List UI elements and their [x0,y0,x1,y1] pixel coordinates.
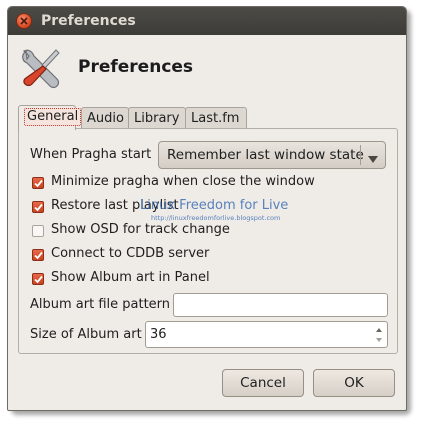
album-size-value: 36 [150,327,167,342]
title-bar[interactable]: Preferences [8,7,406,35]
show-osd-checkbox[interactable] [32,225,44,237]
album-size-spinner[interactable]: 36 [145,321,388,348]
preferences-dialog: Preferences Preferences General Audio Li… [7,6,407,411]
spinner-arrows-icon[interactable] [374,324,384,346]
close-icon[interactable] [16,13,32,29]
minimize-checkbox[interactable] [32,177,44,189]
watermark-url: http://linuxfreedomforlive.blogspot.com [151,214,281,222]
tab-lastfm[interactable]: Last.fm [185,107,247,129]
start-behavior-dropdown[interactable]: Remember last window state [158,141,386,169]
show-osd-label: Show OSD for track change [51,222,230,237]
chevron-down-icon [368,152,378,167]
start-label: When Pragha start [30,147,152,162]
tab-library[interactable]: Library [128,107,186,129]
tab-audio[interactable]: Audio [81,107,129,129]
restore-playlist-checkbox[interactable] [32,201,44,213]
start-behavior-value: Remember last window state [167,147,364,163]
tab-general[interactable]: General [18,105,82,130]
ok-button[interactable]: OK [313,369,395,397]
tab-audio-label: Audio [87,111,124,126]
cddb-label: Connect to CDDB server [51,246,210,261]
window-title: Preferences [41,13,136,29]
album-art-panel-label: Show Album art in Panel [51,270,210,285]
watermark-text: Linux Freedom for Live [140,198,289,213]
cancel-button[interactable]: Cancel [222,369,304,397]
dropdown-separator [360,145,361,165]
dialog-header: Preferences [18,45,398,93]
album-art-panel-checkbox[interactable] [32,273,44,285]
album-size-label: Size of Album art [30,327,142,342]
tab-general-label: General [24,108,82,126]
minimize-label: Minimize pragha when close the window [51,174,315,189]
preferences-tools-icon [18,45,64,91]
header-title: Preferences [78,57,194,77]
cddb-checkbox[interactable] [32,249,44,261]
album-pattern-input[interactable] [173,293,388,317]
tab-library-label: Library [134,111,180,126]
tab-lastfm-label: Last.fm [191,111,240,126]
album-pattern-label: Album art file pattern [30,297,171,312]
